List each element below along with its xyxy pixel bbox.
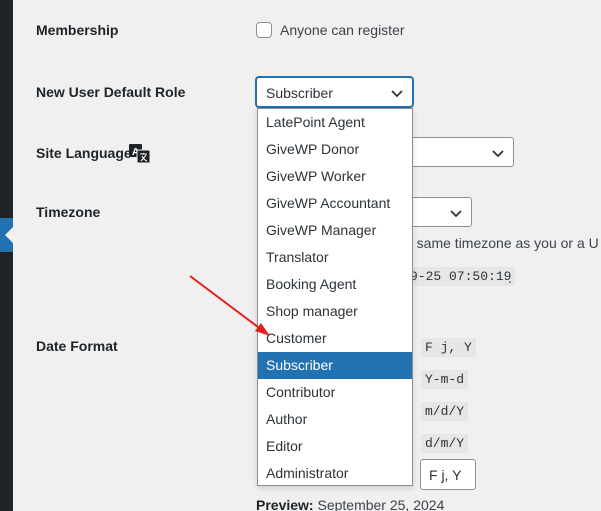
time-suffix: .	[508, 270, 512, 286]
universal-time-value: 9-25 07:50:19	[406, 267, 516, 286]
role-option-translator[interactable]: Translator	[258, 244, 412, 271]
translate-icon: A	[129, 144, 150, 163]
date-format-label: Date Format	[36, 338, 118, 354]
timezone-description: e same timezone as you or a U	[405, 235, 599, 251]
role-option-latepoint-agent[interactable]: LatePoint Agent	[258, 109, 412, 136]
custom-date-format-value: F j, Y	[429, 467, 462, 483]
date-format-code-3: m/d/Y	[421, 402, 469, 421]
chevron-down-icon	[492, 150, 504, 158]
role-option-administrator[interactable]: Administrator	[258, 460, 412, 487]
preview-label: Preview:	[256, 497, 314, 511]
site-language-label: Site Language	[36, 145, 132, 161]
date-format-code-2: Y-m-d	[421, 370, 469, 389]
date-format-preview: Preview: September 25, 2024	[256, 497, 444, 511]
role-option-givewp-manager[interactable]: GiveWP Manager	[258, 217, 412, 244]
default-role-selected-value: Subscriber	[266, 85, 333, 101]
anyone-can-register-label[interactable]: Anyone can register	[280, 22, 405, 38]
chevron-down-icon	[450, 210, 462, 218]
role-option-author[interactable]: Author	[258, 406, 412, 433]
custom-date-format-input[interactable]: F j, Y	[420, 459, 476, 490]
active-menu-indicator	[0, 218, 13, 252]
default-role-dropdown-list[interactable]: LatePoint Agent GiveWP Donor GiveWP Work…	[257, 108, 413, 486]
membership-label: Membership	[36, 22, 119, 38]
role-option-subscriber[interactable]: Subscriber	[258, 352, 412, 379]
role-option-shop-manager[interactable]: Shop manager	[258, 298, 412, 325]
date-format-code-1: F j, Y	[421, 338, 476, 357]
chevron-down-icon	[391, 90, 403, 98]
timezone-label: Timezone	[36, 204, 101, 220]
site-language-select[interactable]	[400, 137, 514, 167]
default-role-label: New User Default Role	[36, 84, 186, 100]
anyone-can-register-checkbox[interactable]	[256, 22, 272, 38]
role-option-contributor[interactable]: Contributor	[258, 379, 412, 406]
role-option-editor[interactable]: Editor	[258, 433, 412, 460]
role-option-givewp-accountant[interactable]: GiveWP Accountant	[258, 190, 412, 217]
date-format-code-4: d/m/Y	[421, 434, 469, 453]
role-option-givewp-donor[interactable]: GiveWP Donor	[258, 136, 412, 163]
role-option-givewp-worker[interactable]: GiveWP Worker	[258, 163, 412, 190]
role-option-customer[interactable]: Customer	[258, 325, 412, 352]
role-option-booking-agent[interactable]: Booking Agent	[258, 271, 412, 298]
admin-sidebar	[0, 0, 13, 511]
default-role-select[interactable]: Subscriber	[256, 77, 413, 107]
preview-value: September 25, 2024	[317, 497, 445, 511]
